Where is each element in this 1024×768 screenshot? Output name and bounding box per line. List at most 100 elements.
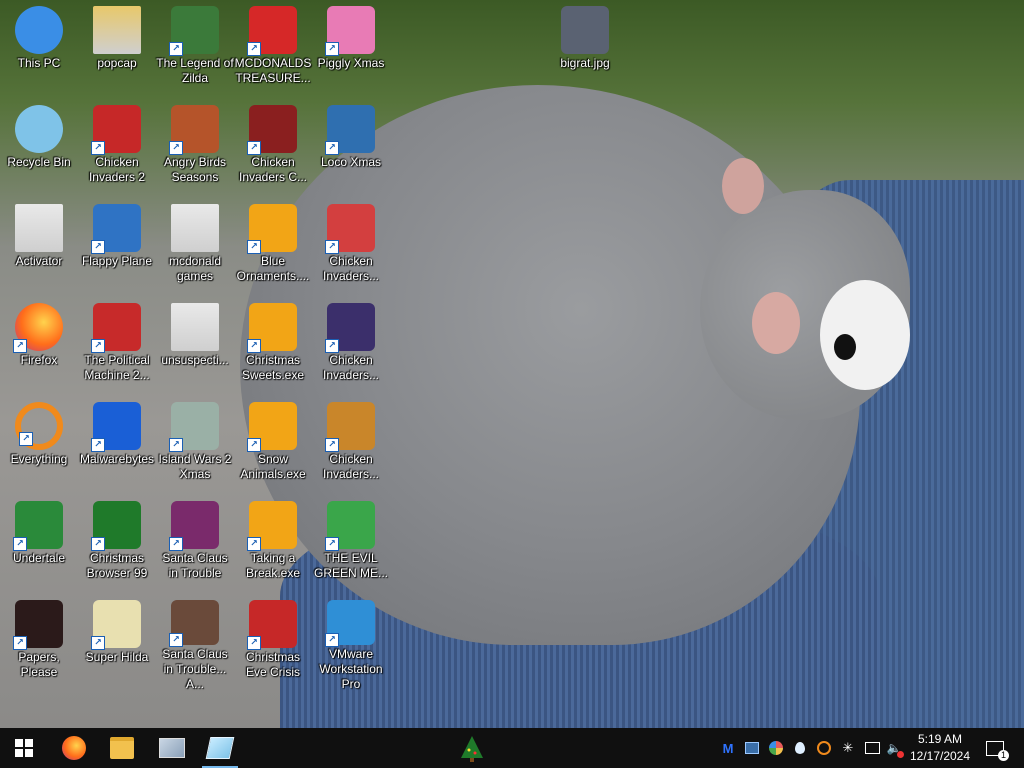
desktop-icon[interactable]: ↗ THE EVIL GREEN ME... <box>312 497 390 593</box>
desktop-icon-label: Island Wars 2 Xmas <box>158 452 232 481</box>
desktop-icon[interactable]: ↗ Chicken Invaders... <box>312 398 390 494</box>
start-button[interactable] <box>0 728 48 768</box>
game-icon: ↗ <box>325 303 375 353</box>
taskbar-firefox[interactable] <box>50 728 98 768</box>
taskbar: M ✳ 🔈 5:19 AM 12/17/2024 1 <box>0 728 1024 768</box>
computer-icon <box>15 6 63 54</box>
shortcut-arrow-icon: ↗ <box>91 339 105 353</box>
desktop-icon[interactable]: ↗ Papers, Please <box>0 596 78 692</box>
game-icon: ↗ <box>325 6 375 56</box>
shortcut-arrow-icon: ↗ <box>325 339 339 353</box>
desktop-icon[interactable]: ↗ Chicken Invaders 2 <box>78 101 156 197</box>
game-icon: ↗ <box>247 402 297 452</box>
taskbar-notepad[interactable] <box>196 728 244 768</box>
taskbar-christmas-browser[interactable] <box>448 728 496 768</box>
desktop-icon[interactable]: bigrat.jpg <box>546 2 624 98</box>
shortcut-arrow-icon: ↗ <box>13 339 27 353</box>
desktop-icon-label: Malwarebytes <box>79 452 155 466</box>
desktop-icon[interactable]: ↗ Chicken Invaders... <box>312 299 390 395</box>
shortcut-arrow-icon: ↗ <box>169 438 183 452</box>
desktop-icon[interactable]: ↗ The Political Machine 2... <box>78 299 156 395</box>
desktop-icon-label: Firefox <box>20 353 58 367</box>
desktop-icon[interactable]: ↗ VMware Workstation Pro <box>312 596 390 692</box>
shortcut-arrow-icon: ↗ <box>247 339 261 353</box>
wallpaper-rat-eye <box>834 334 856 360</box>
firefox-icon: ↗ <box>13 303 63 353</box>
shortcut-arrow-icon: ↗ <box>19 432 33 446</box>
tree-icon: ↗ <box>91 501 141 551</box>
desktop-icon[interactable]: ↗ Firefox <box>0 299 78 395</box>
desktop-icon[interactable]: popcap <box>78 2 156 98</box>
desktop-icon-label: Flappy Plane <box>81 254 153 268</box>
malwarebytes-icon[interactable]: M <box>718 738 738 758</box>
shortcut-arrow-icon: ↗ <box>91 141 105 155</box>
shortcut-arrow-icon: ↗ <box>169 537 183 551</box>
folder-icon <box>171 204 219 252</box>
desktop-icon[interactable]: ↗ Christmas Eve Crisis <box>234 596 312 692</box>
volume-muted-icon[interactable]: 🔈 <box>884 738 904 758</box>
sparkle-icon[interactable]: ✳ <box>838 738 858 758</box>
desktop-icon-label: The Political Machine 2... <box>84 353 150 382</box>
desktop-icon[interactable]: ↗ Everything <box>0 398 78 494</box>
shortcut-arrow-icon: ↗ <box>169 633 183 647</box>
game-icon: ↗ <box>247 6 297 56</box>
desktop-icon[interactable]: ↗ MCDONALDS TREASURE... <box>234 2 312 98</box>
droplet-icon[interactable] <box>790 738 810 758</box>
network-icon[interactable] <box>862 738 882 758</box>
notification-center-button[interactable]: 1 <box>982 738 1009 761</box>
desktop: This PC popcap ↗ The Legend of Zilda ↗ MCDONA… <box>0 0 1024 728</box>
desktop-icon[interactable]: ↗ Flappy Plane <box>78 200 156 296</box>
desktop-icon-label: Taking a Break.exe <box>245 551 301 580</box>
desktop-icon[interactable]: ↗ Taking a Break.exe <box>234 497 312 593</box>
display-icon[interactable] <box>742 738 762 758</box>
windows-logo-icon <box>15 739 33 757</box>
desktop-icon[interactable]: ↗ Chicken Invaders... <box>312 200 390 296</box>
desktop-icon[interactable]: ↗ Santa Claus in Trouble... A... <box>156 596 234 692</box>
desktop-icon-label: Chicken Invaders 2 <box>88 155 146 184</box>
desktop-icon-label: bigrat.jpg <box>560 56 610 70</box>
desktop-icon[interactable]: ↗ Super Hilda <box>78 596 156 692</box>
taskbar-photos[interactable] <box>148 728 196 768</box>
desktop-icon-label: Everything <box>10 452 68 466</box>
desktop-icon-label: Santa Claus in Trouble... A... <box>162 647 228 691</box>
desktop-icon[interactable]: ↗ Christmas Sweets.exe <box>234 299 312 395</box>
desktop-icon-label: THE EVIL GREEN ME... <box>313 551 388 580</box>
taskbar-file-explorer[interactable] <box>98 728 146 768</box>
game-icon: ↗ <box>247 303 297 353</box>
shortcut-arrow-icon: ↗ <box>247 438 261 452</box>
desktop-icon[interactable]: ↗ Angry Birds Seasons <box>156 101 234 197</box>
network-apps-icon[interactable] <box>766 738 786 758</box>
desktop-icon[interactable]: unsuspecti... <box>156 299 234 395</box>
desktop-icon-label: Chicken Invaders... <box>322 353 380 382</box>
desktop-icon[interactable]: ↗ Loco Xmas <box>312 101 390 197</box>
search-icon[interactable] <box>814 738 834 758</box>
desktop-icon-label: Activator <box>15 254 63 268</box>
desktop-icon[interactable]: ↗ Snow Animals.exe <box>234 398 312 494</box>
desktop-icon[interactable]: Activator <box>0 200 78 296</box>
desktop-icon[interactable]: ↗ Santa Claus in Trouble <box>156 497 234 593</box>
desktop-icon[interactable]: ↗ Undertale <box>0 497 78 593</box>
desktop-icon[interactable]: ↗ The Legend of Zilda <box>156 2 234 98</box>
desktop-icon[interactable]: ↗ Malwarebytes <box>78 398 156 494</box>
shortcut-arrow-icon: ↗ <box>247 537 261 551</box>
desktop-icon-label: Blue Ornaments.... <box>236 254 310 283</box>
desktop-icon[interactable]: ↗ Christmas Browser 99 <box>78 497 156 593</box>
desktop-icon[interactable]: This PC <box>0 2 78 98</box>
desktop-icon[interactable]: ↗ Chicken Invaders C... <box>234 101 312 197</box>
shortcut-arrow-icon: ↗ <box>91 537 105 551</box>
game-icon: ↗ <box>91 600 141 650</box>
clock-date: 12/17/2024 <box>909 749 971 763</box>
desktop-icon-label: unsuspecti... <box>161 353 229 367</box>
desktop-icon-label: Papers, Please <box>18 650 60 679</box>
shortcut-arrow-icon: ↗ <box>325 141 339 155</box>
desktop-icon[interactable]: ↗ Island Wars 2 Xmas <box>156 398 234 494</box>
desktop-icon[interactable]: Recycle Bin <box>0 101 78 197</box>
game-icon: ↗ <box>169 402 219 452</box>
desktop-icon[interactable]: mcdonald games <box>156 200 234 296</box>
desktop-icon-label: Christmas Browser 99 <box>86 551 148 580</box>
wallpaper-rat-ear-near <box>752 292 800 354</box>
desktop-icon[interactable]: ↗ Piggly Xmas <box>312 2 390 98</box>
system-clock[interactable]: 5:19 AM 12/17/2024 <box>906 731 974 765</box>
desktop-icon[interactable]: ↗ Blue Ornaments.... <box>234 200 312 296</box>
shortcut-arrow-icon: ↗ <box>91 636 105 650</box>
